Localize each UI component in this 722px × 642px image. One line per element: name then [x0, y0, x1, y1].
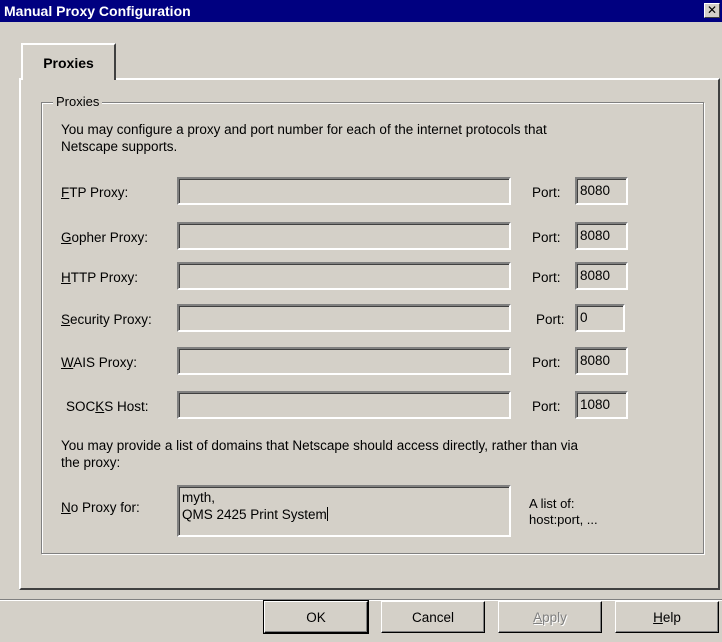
no-proxy-line: QMS 2425 Print System — [182, 507, 328, 522]
proxies-description: You may configure a proxy and port numbe… — [61, 121, 547, 155]
title-bar: Manual Proxy Configuration ✕ — [0, 0, 722, 22]
wais-proxy-label: WAIS Proxy: — [61, 355, 138, 370]
socks-host-label: SOCKS Host: — [66, 399, 149, 414]
http-proxy-input[interactable] — [177, 262, 511, 290]
no-proxy-hint-line1: A list of: — [529, 496, 575, 511]
no-proxy-textarea[interactable]: myth, QMS 2425 Print System — [177, 485, 511, 537]
tab-proxies[interactable]: Proxies — [21, 43, 116, 80]
http-port-input[interactable]: 8080 — [575, 262, 628, 290]
window-title: Manual Proxy Configuration — [4, 3, 191, 19]
wais-proxy-input[interactable] — [177, 347, 511, 375]
security-proxy-input[interactable] — [177, 304, 511, 332]
no-proxy-label: No Proxy for: — [61, 500, 140, 515]
apply-button[interactable]: Apply — [498, 601, 602, 633]
socks-port-input[interactable]: 1080 — [575, 391, 628, 419]
no-proxy-description: You may provide a list of domains that N… — [61, 437, 578, 471]
no-proxy-hint-line2: host:port, ... — [529, 512, 598, 527]
security-port-label: Port: — [536, 312, 565, 327]
no-proxy-hint: A list of: host:port, ... — [529, 496, 598, 528]
wais-port-label: Port: — [532, 355, 561, 370]
proxies-group-label: Proxies — [53, 94, 103, 109]
ftp-proxy-label: FTP Proxy: — [61, 185, 129, 200]
security-port-input[interactable]: 0 — [575, 304, 625, 332]
security-proxy-label: Security Proxy: — [61, 312, 152, 327]
tab-proxies-label: Proxies — [43, 54, 94, 71]
no-proxy-description-line2: the proxy: — [61, 455, 121, 470]
http-port-label: Port: — [532, 270, 561, 285]
socks-port-label: Port: — [532, 399, 561, 414]
socks-host-input[interactable] — [177, 391, 511, 419]
ftp-port-label: Port: — [532, 185, 561, 200]
gopher-port-label: Port: — [532, 230, 561, 245]
close-icon[interactable]: ✕ — [704, 3, 720, 18]
ftp-port-input[interactable]: 8080 — [575, 177, 628, 205]
proxies-description-line1: You may configure a proxy and port numbe… — [61, 122, 547, 137]
no-proxy-description-line1: You may provide a list of domains that N… — [61, 438, 579, 453]
cancel-button[interactable]: Cancel — [381, 601, 485, 633]
help-button[interactable]: Help — [615, 601, 719, 633]
http-proxy-label: HTTP Proxy: — [61, 270, 139, 285]
no-proxy-line: myth, — [182, 490, 216, 505]
text-caret — [326, 507, 328, 521]
wais-port-input[interactable]: 8080 — [575, 347, 628, 375]
ftp-proxy-input[interactable] — [177, 177, 511, 205]
gopher-proxy-label: Gopher Proxy: — [61, 230, 149, 245]
proxies-description-line2: Netscape supports. — [61, 139, 178, 154]
gopher-port-input[interactable]: 8080 — [575, 222, 628, 250]
gopher-proxy-input[interactable] — [177, 222, 511, 250]
ok-button[interactable]: OK — [263, 600, 369, 634]
